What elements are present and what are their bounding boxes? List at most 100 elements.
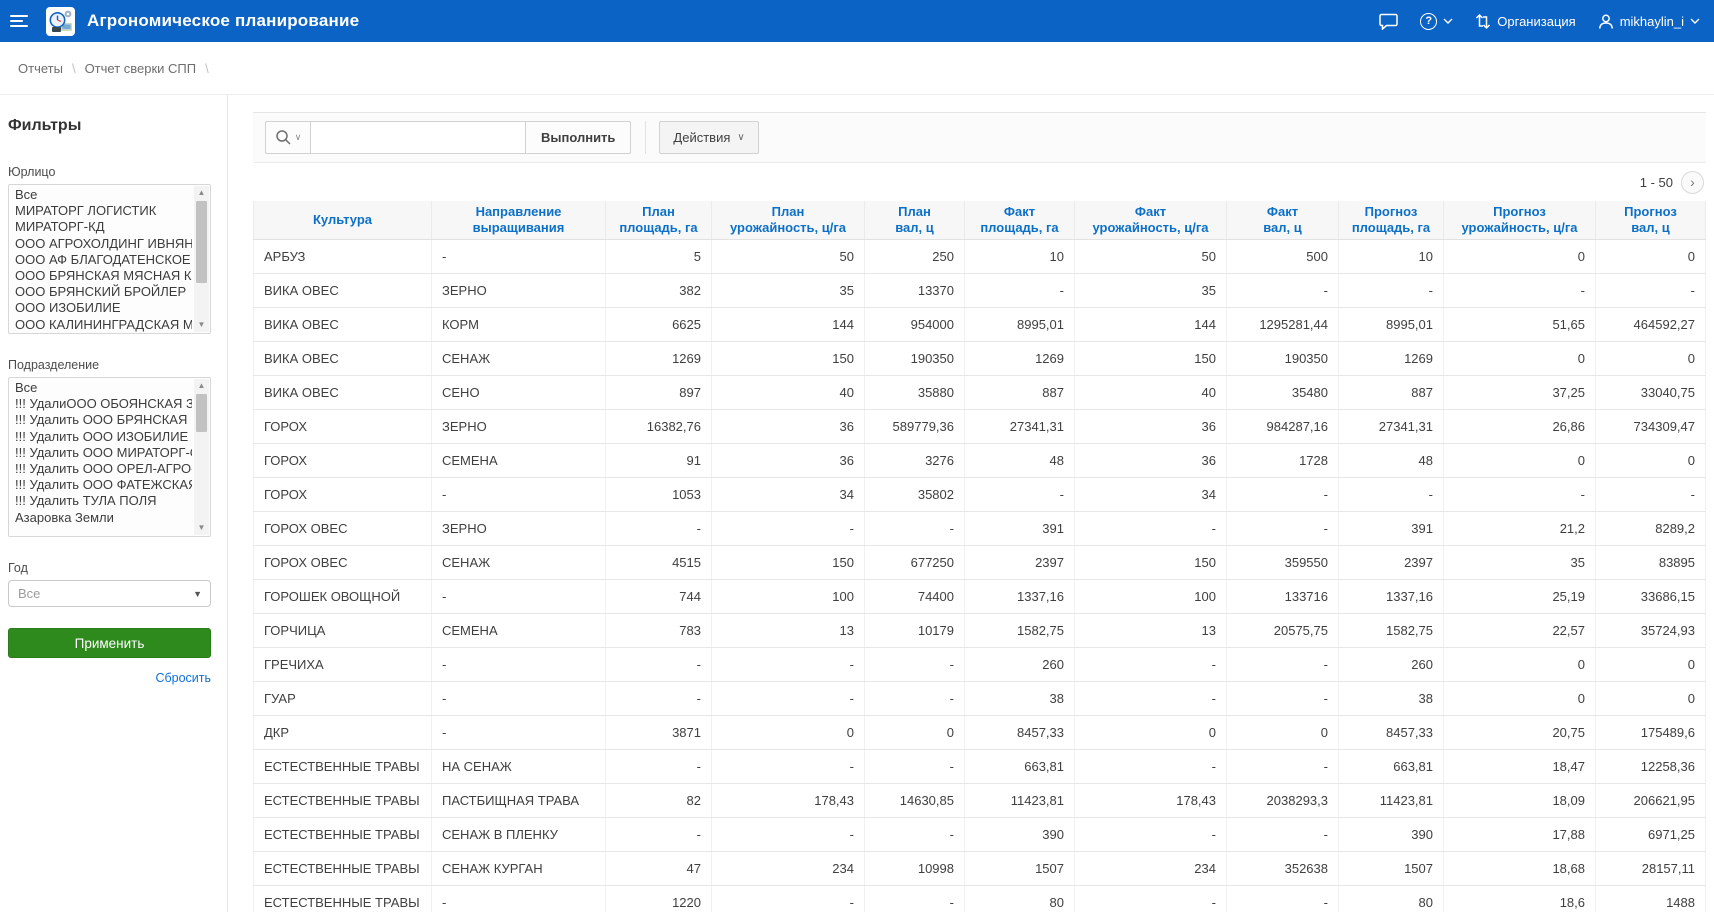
cell-direction: - [432,716,606,750]
cell-plan-gross: 10179 [865,614,965,648]
cell-fact-gross: - [1227,682,1339,716]
breadcrumb-item-reports[interactable]: Отчеты [18,61,63,76]
organization-button[interactable]: Организация [1475,13,1575,30]
year-select[interactable]: Все ▼ [8,580,211,607]
cell-forecast-area: 1337,16 [1339,580,1444,614]
cell-culture: ЕСТЕСТВЕННЫЕ ТРАВЫ [254,852,432,886]
column-header[interactable]: План вал, ц [865,201,965,240]
list-item[interactable]: ООО АГРОХОЛДИНГ ИВНЯНСКИЙ [15,236,192,252]
list-item[interactable]: МИРАТОРГ ЛОГИСТИК [15,203,192,219]
division-label: Подразделение [8,358,211,372]
scroll-up-icon[interactable]: ▲ [194,380,209,392]
user-menu-button[interactable]: mikhaylin_i [1598,13,1700,30]
column-header[interactable]: План урожайность, ц/га [712,201,865,240]
reset-link[interactable]: Сбросить [8,671,211,685]
actions-menu-button[interactable]: Действия ∨ [659,121,758,154]
cell-fact-yield: 150 [1075,546,1227,580]
next-page-button[interactable]: › [1681,171,1704,194]
cell-culture: ГОРОХ ОВЕС [254,546,432,580]
scroll-up-icon[interactable]: ▲ [194,187,209,199]
cell-forecast-gross: 206621,95 [1596,784,1706,818]
cell-plan-yield: 100 [712,580,865,614]
cell-forecast-yield: 26,86 [1444,410,1596,444]
column-header[interactable]: Факт площадь, га [965,201,1075,240]
cell-fact-area: - [965,478,1075,512]
cell-plan-gross: 190350 [865,342,965,376]
list-item[interactable]: Азаровка Земли [15,510,192,526]
select-caret-icon: ▼ [193,589,202,599]
cell-culture: ЕСТЕСТВЕННЫЕ ТРАВЫ [254,886,432,912]
cell-plan-gross: - [865,886,965,912]
cell-plan-gross: 3276 [865,444,965,478]
list-item[interactable]: !!! УдалиООО ОБОЯНСКАЯ ЗЕРНОВАЯ [15,396,192,412]
cell-fact-yield: - [1075,682,1227,716]
breadcrumb-item-current[interactable]: Отчет сверки СПП [85,61,197,76]
cell-direction: - [432,240,606,274]
column-header[interactable]: Факт вал, ц [1227,201,1339,240]
list-item[interactable]: !!! Удалить ООО БРЯНСКАЯ МЯСНАЯ [15,412,192,428]
column-header[interactable]: Прогноз урожайность, ц/га [1444,201,1596,240]
cell-plan-gross: 589779,36 [865,410,965,444]
list-item[interactable]: ООО ИЗОБИЛИЕ [15,300,192,316]
list-item[interactable]: !!! Удалить ООО ФАТЕЖСКАЯ ЯГНЯТИНА [15,477,192,493]
list-item[interactable]: Все [15,187,192,203]
list-item[interactable]: Все [15,380,192,396]
cell-plan-yield: - [712,818,865,852]
list-item[interactable]: !!! Удалить ООО ИЗОБИЛИЕ [15,429,192,445]
listbox-scrollbar[interactable]: ▲ ▼ [194,379,209,535]
column-header[interactable]: Факт урожайность, ц/га [1075,201,1227,240]
report-search-input[interactable] [311,121,526,154]
cell-plan-area: 3871 [606,716,712,750]
scrollbar-thumb[interactable] [196,394,207,432]
help-button[interactable]: ? [1420,13,1453,30]
cell-plan-area: 16382,76 [606,410,712,444]
column-header[interactable]: Культура [254,201,432,240]
cell-culture: ГУАР [254,682,432,716]
apply-button[interactable]: Применить [8,628,211,658]
list-item[interactable]: ООО БРЯНСКИЙ БРОЙЛЕР [15,284,192,300]
cell-forecast-yield: 21,2 [1444,512,1596,546]
cell-fact-gross: 984287,16 [1227,410,1339,444]
cell-plan-yield: 36 [712,444,865,478]
cell-fact-gross: 2038293,3 [1227,784,1339,818]
cell-plan-area: 47 [606,852,712,886]
menu-icon[interactable] [10,8,36,34]
execute-button[interactable]: Выполнить [525,121,631,154]
cell-direction: - [432,886,606,912]
table-row: ДКР - 3871 0 0 8457,33 0 0 8457,33 20,75… [254,716,1706,750]
cell-direction: СЕНО [432,376,606,410]
list-item[interactable]: !!! Удалить ТУЛА ПОЛЯ [15,493,192,509]
list-item[interactable]: !!! Удалить ООО МИРАТОРГ-ОРЕЛ [15,445,192,461]
column-header[interactable]: План площадь, га [606,201,712,240]
list-item[interactable]: ООО АФ БЛАГОДАТЕНСКОЕ [15,252,192,268]
cell-fact-yield: - [1075,750,1227,784]
cell-forecast-gross: 8289,2 [1596,512,1706,546]
cell-culture: ЕСТЕСТВЕННЫЕ ТРАВЫ [254,818,432,852]
search-options-button[interactable]: ∨ [265,121,311,154]
cell-fact-yield: - [1075,818,1227,852]
cell-forecast-area: 8995,01 [1339,308,1444,342]
list-item[interactable]: ООО КАЛИНИНГРАДСКАЯ МЯСНАЯ [15,317,192,333]
cell-plan-area: 1053 [606,478,712,512]
toolbar-divider [645,121,646,154]
cell-fact-gross: 1728 [1227,444,1339,478]
scroll-down-icon[interactable]: ▼ [194,522,209,534]
list-item[interactable]: !!! Удалить ООО ОРЕЛ-АГРО-ПРОДУКТ [15,461,192,477]
table-row: ЕСТЕСТВЕННЫЕ ТРАВЫ СЕНАЖ КУРГАН 47 234 1… [254,852,1706,886]
list-item[interactable]: МИРАТОРГ-КД [15,219,192,235]
cell-forecast-gross: 175489,6 [1596,716,1706,750]
cell-plan-area: 783 [606,614,712,648]
cell-forecast-yield: 0 [1444,240,1596,274]
cell-forecast-yield: 17,88 [1444,818,1596,852]
scrollbar-thumb[interactable] [196,201,207,283]
column-header[interactable]: Прогноз вал, ц [1596,201,1706,240]
listbox-scrollbar[interactable]: ▲ ▼ [194,186,209,332]
scroll-down-icon[interactable]: ▼ [194,319,209,331]
column-header[interactable]: Прогноз площадь, га [1339,201,1444,240]
cell-culture: ЕСТЕСТВЕННЫЕ ТРАВЫ [254,784,432,818]
chat-button[interactable] [1379,13,1398,30]
column-header[interactable]: Направление выращивания [432,201,606,240]
list-item[interactable]: ООО БРЯНСКАЯ МЯСНАЯ КОМПАНИЯ [15,268,192,284]
division-listbox[interactable]: Все !!! УдалиООО ОБОЯНСКАЯ ЗЕРНОВАЯ !!! … [8,377,211,537]
legal-entity-listbox[interactable]: Все МИРАТОРГ ЛОГИСТИК МИРАТОРГ-КД ООО АГ… [8,184,211,334]
